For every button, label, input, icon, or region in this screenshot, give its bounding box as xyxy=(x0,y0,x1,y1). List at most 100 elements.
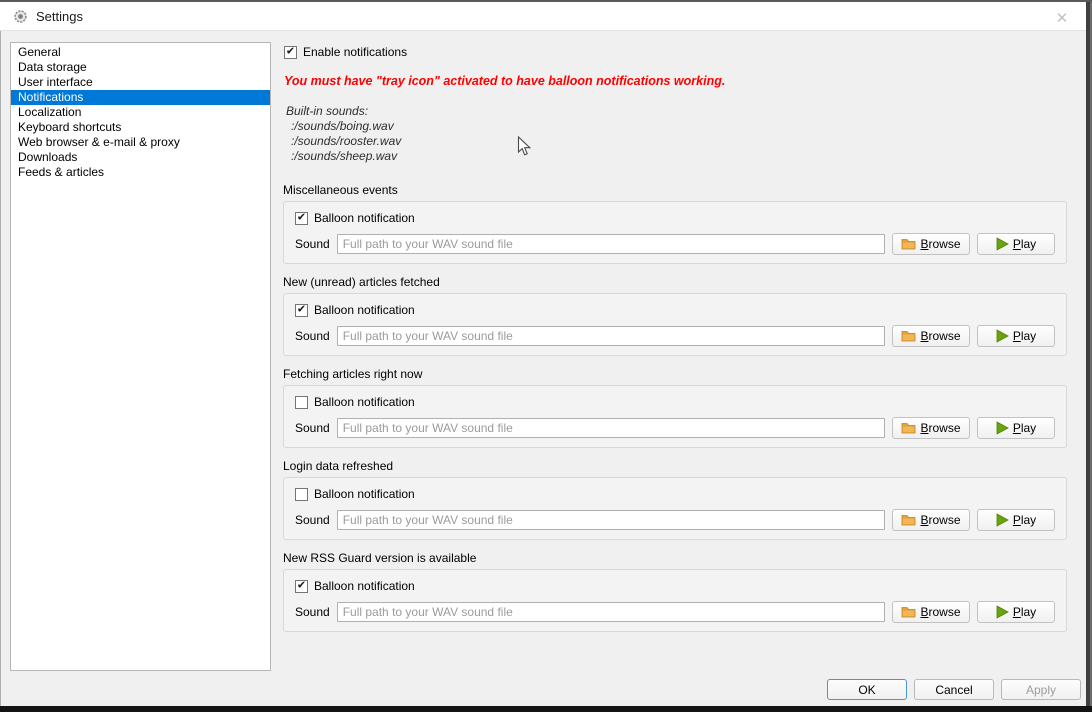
cancel-button[interactable]: Cancel xyxy=(914,679,994,700)
section-title: Fetching articles right now xyxy=(283,368,1067,381)
play-icon xyxy=(996,237,1009,251)
mnemonic: P xyxy=(1013,237,1021,251)
balloon-notification-checkbox[interactable] xyxy=(295,396,308,409)
play-button[interactable]: Play xyxy=(977,325,1055,347)
sidebar-item-keyboard-shortcuts[interactable]: Keyboard shortcuts xyxy=(11,120,270,135)
balloon-notification-checkbox[interactable]: ✔ xyxy=(295,212,308,225)
label-rest: lay xyxy=(1021,421,1036,435)
section-title: New RSS Guard version is available xyxy=(283,552,1067,565)
browse-button-label: Browse xyxy=(920,513,960,527)
sound-path-input[interactable] xyxy=(337,418,885,438)
play-button-label: Play xyxy=(1013,605,1036,619)
balloon-notification-label: Balloon notification xyxy=(314,487,415,501)
label-rest: rowse xyxy=(929,329,961,343)
balloon-notification-label: Balloon notification xyxy=(314,211,415,225)
title-bar: Settings ✕ xyxy=(0,0,1092,31)
browse-button[interactable]: Browse xyxy=(892,325,970,347)
folder-icon xyxy=(901,422,916,434)
checkmark: ✔ xyxy=(297,304,306,315)
sidebar-item-downloads[interactable]: Downloads xyxy=(11,150,270,165)
enable-notifications-row: ✔ Enable notifications xyxy=(284,45,407,59)
label-rest: rowse xyxy=(929,605,961,619)
play-button-label: Play xyxy=(1013,513,1036,527)
section-new-version-available: New RSS Guard version is available ✔ Bal… xyxy=(283,552,1067,632)
section-new-articles-fetched: New (unread) articles fetched ✔ Balloon … xyxy=(283,276,1067,356)
section-groupbox: ✔ Balloon notification Sound Browse Play xyxy=(283,569,1067,632)
sidebar-item-user-interface[interactable]: User interface xyxy=(11,75,270,90)
builtin-sound-file: :/sounds/boing.wav xyxy=(286,119,401,134)
play-icon xyxy=(996,513,1009,527)
label-rest: rowse xyxy=(929,513,961,527)
enable-notifications-checkbox[interactable]: ✔ xyxy=(284,46,297,59)
folder-icon xyxy=(901,514,916,526)
window-bottom-edge xyxy=(0,706,1092,712)
sidebar-item-feeds-articles[interactable]: Feeds & articles xyxy=(11,165,270,180)
sound-label: Sound xyxy=(295,421,330,435)
sidebar-item-notifications[interactable]: Notifications xyxy=(11,90,270,105)
play-button-label: Play xyxy=(1013,329,1036,343)
label-rest: rowse xyxy=(929,421,961,435)
play-icon xyxy=(996,421,1009,435)
play-button-label: Play xyxy=(1013,421,1036,435)
enable-notifications-label: Enable notifications xyxy=(303,45,407,59)
browse-button-label: Browse xyxy=(920,605,960,619)
section-groupbox: Balloon notification Sound Browse Play xyxy=(283,477,1067,540)
balloon-notification-checkbox[interactable]: ✔ xyxy=(295,304,308,317)
mnemonic: B xyxy=(920,329,928,343)
sound-label: Sound xyxy=(295,513,330,527)
dialog-footer: OK Cancel Apply xyxy=(827,679,1081,700)
sidebar-item-web-browser[interactable]: Web browser & e-mail & proxy xyxy=(11,135,270,150)
browse-button-label: Browse xyxy=(920,237,960,251)
settings-gear-icon xyxy=(13,9,28,24)
tray-icon-warning-text: You must have "tray icon" activated to h… xyxy=(284,74,725,88)
balloon-notification-checkbox[interactable]: ✔ xyxy=(295,580,308,593)
balloon-notification-label: Balloon notification xyxy=(314,395,415,409)
ok-button[interactable]: OK xyxy=(827,679,907,700)
close-icon[interactable]: ✕ xyxy=(1048,4,1076,31)
sidebar-item-general[interactable]: General xyxy=(11,45,270,60)
window-right-edge xyxy=(1086,2,1092,706)
folder-icon xyxy=(901,238,916,250)
sidebar-item-localization[interactable]: Localization xyxy=(11,105,270,120)
browse-button[interactable]: Browse xyxy=(892,601,970,623)
builtin-sound-file: :/sounds/sheep.wav xyxy=(286,149,401,164)
apply-button[interactable]: Apply xyxy=(1001,679,1081,700)
mnemonic: P xyxy=(1013,421,1021,435)
section-login-data-refreshed: Login data refreshed Balloon notificatio… xyxy=(283,460,1067,540)
settings-category-list: General Data storage User interface Noti… xyxy=(10,42,271,671)
section-miscellaneous-events: Miscellaneous events ✔ Balloon notificat… xyxy=(283,184,1067,264)
sidebar-item-data-storage[interactable]: Data storage xyxy=(11,60,270,75)
builtin-sound-file: :/sounds/rooster.wav xyxy=(286,134,401,149)
section-groupbox: Balloon notification Sound Browse Play xyxy=(283,385,1067,448)
checkmark: ✔ xyxy=(286,46,295,57)
builtin-sounds-header: Built-in sounds: xyxy=(286,104,401,119)
play-button[interactable]: Play xyxy=(977,417,1055,439)
sound-path-input[interactable] xyxy=(337,234,885,254)
sound-path-input[interactable] xyxy=(337,510,885,530)
folder-icon xyxy=(901,330,916,342)
browse-button[interactable]: Browse xyxy=(892,233,970,255)
balloon-notification-checkbox[interactable] xyxy=(295,488,308,501)
mnemonic: B xyxy=(920,605,928,619)
mouse-cursor xyxy=(517,136,532,160)
window-title: Settings xyxy=(36,9,83,24)
section-fetching-articles: Fetching articles right now Balloon noti… xyxy=(283,368,1067,448)
play-button[interactable]: Play xyxy=(977,509,1055,531)
label-rest: lay xyxy=(1021,513,1036,527)
sound-label: Sound xyxy=(295,237,330,251)
play-button[interactable]: Play xyxy=(977,601,1055,623)
checkmark: ✔ xyxy=(297,580,306,591)
mnemonic: B xyxy=(920,513,928,527)
sound-path-input[interactable] xyxy=(337,602,885,622)
label-rest: lay xyxy=(1021,329,1036,343)
browse-button[interactable]: Browse xyxy=(892,509,970,531)
browse-button-label: Browse xyxy=(920,421,960,435)
folder-icon xyxy=(901,606,916,618)
window-left-edge xyxy=(0,31,1,706)
balloon-notification-label: Balloon notification xyxy=(314,303,415,317)
mnemonic: P xyxy=(1013,513,1021,527)
browse-button[interactable]: Browse xyxy=(892,417,970,439)
sound-path-input[interactable] xyxy=(337,326,885,346)
section-title: Login data refreshed xyxy=(283,460,1067,473)
play-button[interactable]: Play xyxy=(977,233,1055,255)
